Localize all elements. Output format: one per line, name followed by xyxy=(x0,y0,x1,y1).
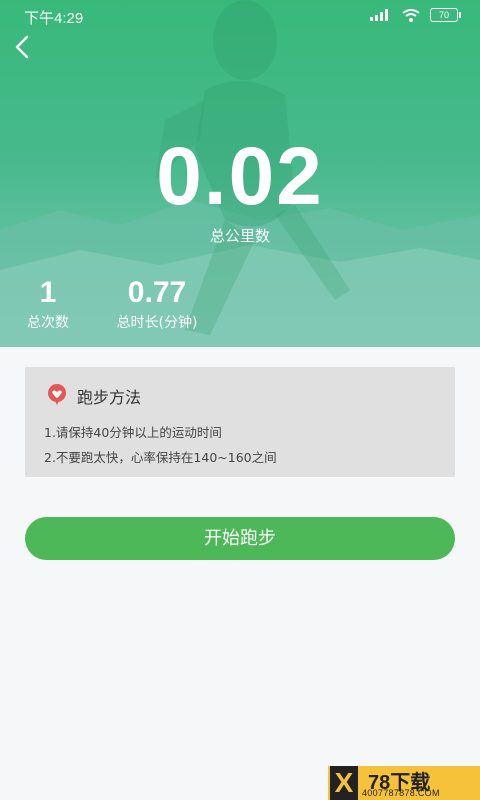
total-count-label: 总次数 xyxy=(27,315,69,331)
total-duration-label: 总时长(分钟) xyxy=(116,315,198,331)
signal-icon xyxy=(370,9,388,21)
watermark-url: 4007787878.COM xyxy=(362,788,440,798)
total-duration-value: 0.77 xyxy=(127,276,187,309)
total-count-value: 1 xyxy=(39,276,57,309)
wifi-icon xyxy=(402,8,420,22)
start-running-button[interactable]: 开始跑步 xyxy=(25,517,455,560)
total-distance-value: 0.02 xyxy=(156,131,324,222)
chevron-left-icon[interactable] xyxy=(10,34,36,60)
total-count-stat: 1 总次数 xyxy=(20,276,76,332)
status-bar: 下午4:29 70 xyxy=(0,0,480,32)
status-icons: 70 xyxy=(370,8,461,22)
method-tip-2: 2.不要跑太快，心率保持在140~160之间 xyxy=(44,450,277,465)
method-card-title: 跑步方法 xyxy=(77,388,142,407)
watermark-logo: X 78下载 4007787878.COM xyxy=(328,766,480,800)
running-method-card: 跑步方法 1.请保持40分钟以上的运动时间 2.不要跑太快，心率保持在140~1… xyxy=(25,367,455,477)
total-distance-label: 总公里数 xyxy=(209,227,270,245)
heart-pin-icon xyxy=(48,384,66,405)
battery-icon: 70 xyxy=(430,8,461,22)
method-tip-1: 1.请保持40分钟以上的运动时间 xyxy=(44,425,222,440)
status-time: 下午4:29 xyxy=(24,10,84,27)
total-duration-stat: 0.77 总时长(分钟) xyxy=(105,276,209,332)
watermark-x: X xyxy=(330,766,358,800)
